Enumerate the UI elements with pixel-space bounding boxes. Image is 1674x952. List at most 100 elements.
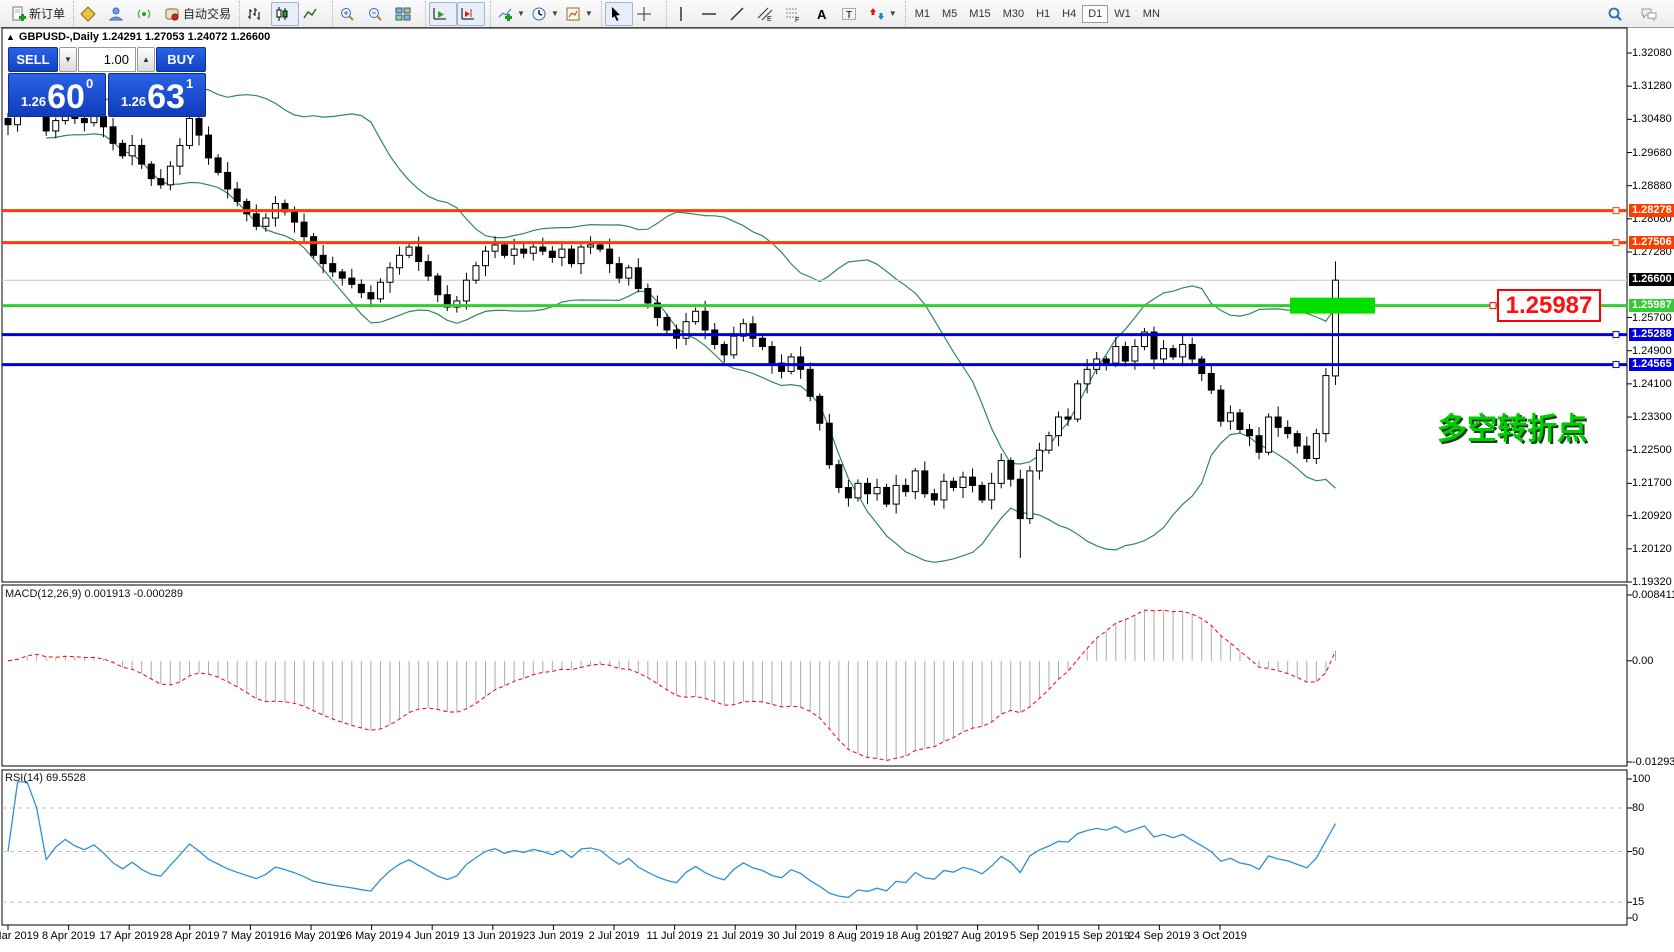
vline-button[interactable] — [670, 2, 698, 26]
crosshair-button[interactable] — [633, 2, 661, 26]
tf-mn[interactable]: MN — [1137, 5, 1166, 23]
date-tick-label: 23 Jun 2019 — [523, 930, 584, 942]
candle-chart-button[interactable] — [271, 2, 299, 26]
zoom-in-icon — [339, 6, 355, 22]
date-tick-label: 2 Jul 2019 — [589, 930, 640, 942]
price-tick-label: 1.28880 — [1632, 180, 1672, 193]
auto-scroll-button[interactable] — [429, 2, 457, 26]
hline-button[interactable] — [698, 2, 726, 26]
periods-button-caret-icon[interactable]: ▼ — [551, 9, 559, 18]
fibonacci-icon: F — [785, 6, 801, 22]
date-tick-label: 5 Sep 2019 — [1010, 930, 1066, 942]
text-button[interactable]: A — [810, 2, 838, 26]
macd-label: MACD(12,26,9) 0.001913 -0.000289 — [5, 588, 183, 600]
zoom-out-button[interactable] — [364, 2, 392, 26]
svg-text:F: F — [795, 17, 799, 22]
toolbar-group: E F AT ▼ — [666, 1, 903, 27]
line-chart-button[interactable] — [299, 2, 327, 26]
text-label-button[interactable]: T — [838, 2, 866, 26]
volume-increase-button[interactable]: ▲ — [137, 47, 155, 72]
cn-annotation-text[interactable]: 多空转折点 — [1437, 404, 1587, 448]
chart-shift-button[interactable] — [457, 2, 485, 26]
price-tick-label: 1.19320 — [1632, 576, 1672, 589]
volume-decrease-button[interactable]: ▼ — [59, 47, 77, 72]
buy-price-sup: 1 — [186, 76, 193, 91]
rsi-tick-label: 80 — [1632, 802, 1644, 815]
channel-icon: E — [757, 6, 773, 22]
templates-button-caret-icon[interactable]: ▼ — [585, 9, 593, 18]
periods-button[interactable]: ▼ — [528, 2, 562, 26]
buy-price-button[interactable]: 1.26 63 1 — [108, 73, 206, 117]
tile-windows-icon — [395, 6, 411, 22]
main-chart-panel[interactable] — [0, 28, 1674, 585]
toolbar-group: 自动交易 — [73, 1, 237, 27]
macd-tick-label: 0.00 — [1632, 655, 1653, 668]
date-tick-label: 4 Jun 2019 — [405, 930, 459, 942]
price-line-label: 1.24565 — [1629, 358, 1674, 371]
rsi-panel[interactable] — [0, 768, 1674, 925]
volume-input[interactable]: 1.00 — [78, 47, 136, 72]
sell-price-button[interactable]: 1.26 60 0 — [8, 73, 106, 117]
sell-button[interactable]: SELL — [8, 47, 58, 72]
price-tick-label: 1.23300 — [1632, 411, 1672, 424]
cursor-button[interactable] — [605, 2, 633, 26]
marketwatch-button[interactable] — [77, 2, 105, 26]
date-tick-label: 26 May 2019 — [340, 930, 404, 942]
collapse-trade-panel-icon[interactable]: ▲ — [6, 32, 15, 42]
date-tick-label: 16 May 2019 — [279, 930, 343, 942]
rsi-tick-label: 0 — [1632, 912, 1638, 925]
toolbar-group: M1M5M15M30H1H4D1W1MN — [905, 1, 1169, 27]
toolbar-group — [332, 1, 423, 27]
templates-button[interactable]: ▼ — [562, 2, 596, 26]
price-line-label: 1.27506 — [1629, 236, 1674, 249]
indicators-button-caret-icon[interactable]: ▼ — [517, 9, 525, 18]
tf-h4[interactable]: H4 — [1056, 5, 1082, 23]
tf-m5[interactable]: M5 — [936, 5, 963, 23]
buy-price-small: 1.26 — [121, 94, 146, 109]
indicators-button[interactable]: ▼ — [494, 2, 528, 26]
fibonacci-button[interactable]: F — [782, 2, 810, 26]
buy-price-big: 63 — [147, 82, 185, 112]
signal-button[interactable] — [133, 2, 161, 26]
mt4-window: 新订单 自动交易 ▼ ▼ ▼ E F AT ▼ M1M5M15M30H1H4D1W1MN ▲ GBP… — [0, 0, 1674, 952]
sell-price-sup: 0 — [86, 76, 93, 91]
zoom-in-button[interactable] — [336, 2, 364, 26]
bar-chart-icon — [246, 6, 262, 22]
new-order-button[interactable]: 新订单 — [7, 2, 68, 26]
price-tick-label: 1.31280 — [1632, 80, 1672, 93]
profile-button[interactable] — [105, 2, 133, 26]
tf-m15[interactable]: M15 — [963, 5, 996, 23]
tile-windows-button[interactable] — [392, 2, 420, 26]
price-tick-label: 1.25700 — [1632, 312, 1672, 325]
tf-h1[interactable]: H1 — [1030, 5, 1056, 23]
arrows-button[interactable]: ▼ — [866, 2, 900, 26]
text-icon: A — [813, 6, 829, 22]
buy-button[interactable]: BUY — [156, 47, 206, 72]
channel-button[interactable]: E — [754, 2, 782, 26]
sell-price-small: 1.26 — [21, 94, 46, 109]
tf-w1[interactable]: W1 — [1108, 5, 1137, 23]
autotrade-button[interactable]: 自动交易 — [161, 2, 234, 26]
tf-d1[interactable]: D1 — [1082, 5, 1108, 23]
price-tick-label: 1.20120 — [1632, 543, 1672, 556]
toolbar: 新订单 自动交易 ▼ ▼ ▼ E F AT ▼ M1M5M15M30H1H4D1W1MN — [0, 0, 1674, 28]
chart-title-text: GBPUSD-,Daily 1.24291 1.27053 1.24072 1.… — [19, 31, 270, 43]
templates-icon — [565, 6, 581, 22]
price-tick-label: 1.20920 — [1632, 510, 1672, 523]
tf-m30[interactable]: M30 — [997, 5, 1030, 23]
price-line-label: 1.25288 — [1629, 328, 1674, 341]
macd-panel[interactable] — [0, 585, 1674, 768]
chat-icon[interactable] — [1638, 2, 1666, 26]
hline-icon — [701, 6, 717, 22]
toolbar-group: ▼ ▼ ▼ — [490, 1, 599, 27]
search-icon[interactable] — [1604, 2, 1632, 26]
candle-chart-icon — [274, 6, 290, 22]
bar-chart-button[interactable] — [243, 2, 271, 26]
price-annotation-label[interactable]: 1.25987 — [1497, 289, 1601, 322]
date-tick-label: 27 Aug 2019 — [947, 930, 1009, 942]
chart-shift-icon — [460, 6, 476, 22]
arrows-button-caret-icon[interactable]: ▼ — [889, 9, 897, 18]
tf-m1[interactable]: M1 — [909, 5, 936, 23]
text-label-icon: T — [841, 6, 857, 22]
trendline-button[interactable] — [726, 2, 754, 26]
